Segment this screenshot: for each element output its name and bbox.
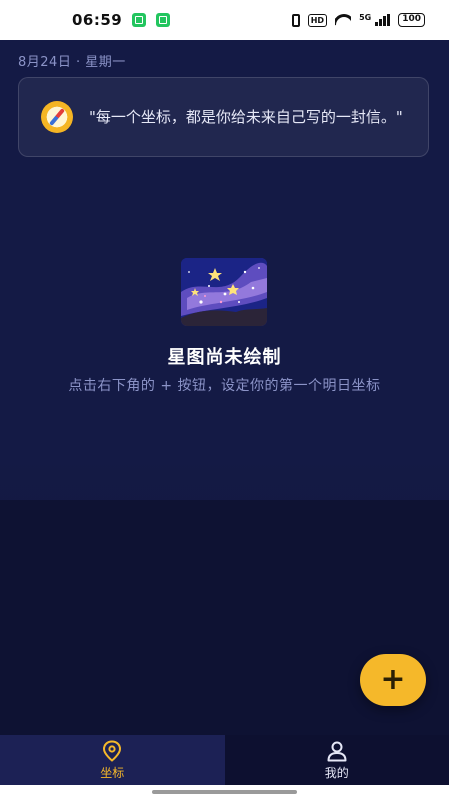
bottom-nav: 坐标 我的 bbox=[0, 735, 449, 785]
nav-tab-label: 坐标 bbox=[100, 765, 125, 780]
status-right: HD 5G 100 bbox=[291, 13, 425, 27]
empty-state-title: 星图尚未绘制 bbox=[167, 347, 282, 368]
wifi-icon bbox=[335, 14, 351, 26]
quote-text: "每一个坐标，都是你给未来自己写的一封信。" bbox=[89, 108, 403, 126]
nav-tab-label: 我的 bbox=[324, 765, 349, 780]
starry-night-illustration bbox=[181, 258, 267, 326]
quote-card: "每一个坐标，都是你给未来自己写的一封信。" bbox=[18, 77, 429, 157]
plus-icon: + bbox=[380, 662, 406, 697]
notification-app-icon bbox=[156, 13, 171, 27]
home-indicator[interactable] bbox=[152, 790, 297, 794]
status-time: 06:59 bbox=[72, 11, 123, 29]
add-coordinate-button[interactable]: + bbox=[360, 654, 426, 706]
date-label: 8月24日 · 星期一 bbox=[18, 55, 126, 70]
user-icon bbox=[326, 740, 348, 762]
status-left: 06:59 bbox=[72, 11, 171, 29]
compass-icon bbox=[41, 101, 73, 133]
location-pin-icon bbox=[102, 739, 122, 762]
main-content: 8月24日 · 星期一 "每一个坐标，都是你给未来自己写的一封信。" 星图尚未绘… bbox=[0, 40, 449, 735]
vibrate-icon bbox=[291, 13, 300, 27]
hd-badge: HD bbox=[307, 13, 328, 27]
nav-tab-coordinates[interactable]: 坐标 bbox=[0, 735, 225, 785]
empty-state-subtitle: 点击右下角的 + 按钮，设定你的第一个明日坐标 bbox=[68, 378, 381, 394]
notification-app-icon bbox=[132, 13, 147, 27]
app-screen: 06:59 HD 5G 100 8月24日 · 星期一 "每一个坐标，都是你给未… bbox=[0, 0, 449, 800]
status-bar: 06:59 HD 5G 100 bbox=[0, 0, 449, 40]
battery-icon: 100 bbox=[398, 13, 425, 27]
signal-icon bbox=[375, 14, 391, 26]
network-type: 5G bbox=[359, 13, 372, 22]
nav-tab-profile[interactable]: 我的 bbox=[225, 735, 449, 785]
